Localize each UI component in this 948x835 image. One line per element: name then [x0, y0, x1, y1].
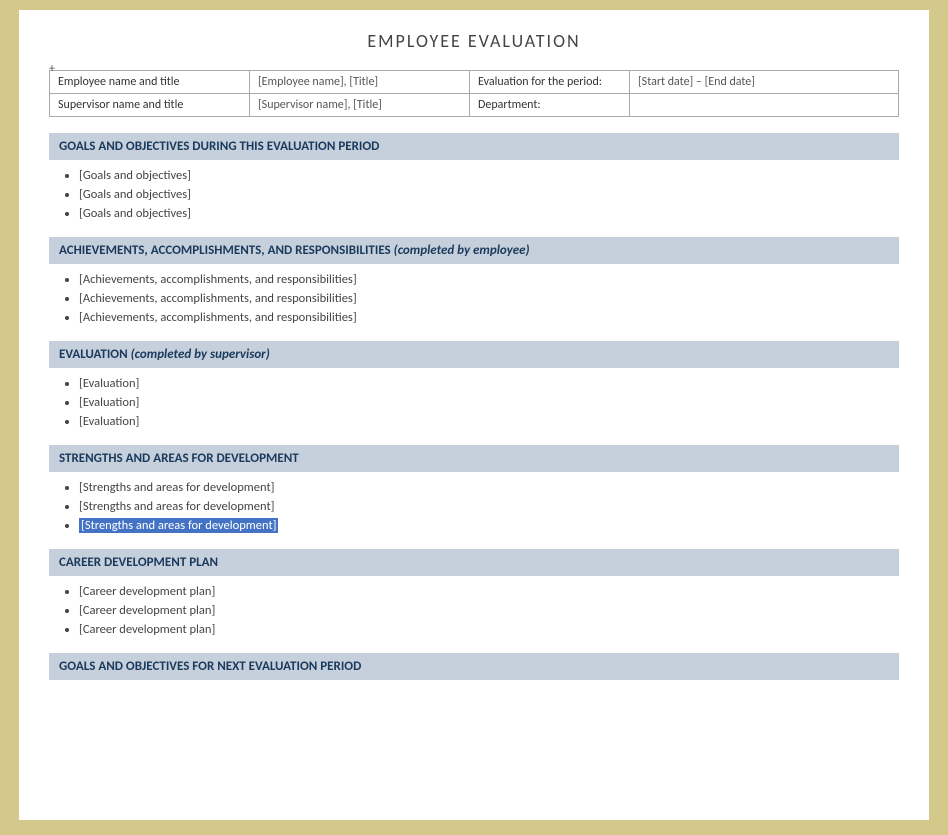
info-label: Supervisor name and title	[50, 94, 250, 117]
section-header-career: CAREER DEVELOPMENT PLAN	[49, 549, 899, 576]
sections-container: GOALS AND OBJECTIVES DURING THIS EVALUAT…	[49, 133, 899, 680]
list-item[interactable]: [Career development plan]	[79, 622, 899, 637]
section-header-text: ACHIEVEMENTS, ACCOMPLISHMENTS, AND RESPO…	[59, 243, 391, 258]
plus-icon[interactable]: +	[49, 62, 55, 76]
list-item[interactable]: [Evaluation]	[79, 376, 899, 391]
section-achievements: ACHIEVEMENTS, ACCOMPLISHMENTS, AND RESPO…	[49, 237, 899, 325]
info-label2: Evaluation for the period:	[470, 71, 630, 94]
section-header-italic: (completed by employee)	[394, 243, 530, 258]
info-table: Employee name and title[Employee name], …	[49, 70, 899, 117]
list-item[interactable]: [Achievements, accomplishments, and resp…	[79, 291, 899, 306]
section-header-text: EVALUATION	[59, 347, 128, 362]
list-item[interactable]: [Strengths and areas for development]	[79, 480, 899, 495]
list-item[interactable]: [Goals and objectives]	[79, 187, 899, 202]
list-item[interactable]: [Career development plan]	[79, 603, 899, 618]
list-item[interactable]: [Strengths and areas for development]	[79, 499, 899, 514]
list-item[interactable]: [Evaluation]	[79, 414, 899, 429]
section-career: CAREER DEVELOPMENT PLAN [Career developme…	[49, 549, 899, 637]
section-header-text: GOALS AND OBJECTIVES FOR NEXT EVALUATION…	[59, 659, 361, 674]
section-list-career: [Career development plan] [Career develop…	[49, 584, 899, 637]
section-header-text: GOALS AND OBJECTIVES DURING THIS EVALUAT…	[59, 139, 379, 154]
info-value2[interactable]: [Start date] – [End date]	[630, 71, 899, 94]
list-item[interactable]: [Career development plan]	[79, 584, 899, 599]
page: EMPLOYEE EVALUATION + Employee name and …	[19, 10, 929, 820]
list-item[interactable]: [Goals and objectives]	[79, 168, 899, 183]
section-header-text: CAREER DEVELOPMENT PLAN	[59, 555, 218, 570]
list-item[interactable]: [Achievements, accomplishments, and resp…	[79, 272, 899, 287]
section-header-achievements: ACHIEVEMENTS, ACCOMPLISHMENTS, AND RESPO…	[49, 237, 899, 264]
list-item[interactable]: [Evaluation]	[79, 395, 899, 410]
section-goals-next: GOALS AND OBJECTIVES FOR NEXT EVALUATION…	[49, 653, 899, 680]
info-label: Employee name and title	[50, 71, 250, 94]
section-list-goals: [Goals and objectives] [Goals and objecti…	[49, 168, 899, 221]
section-evaluation: EVALUATION (completed by supervisor) [Eva…	[49, 341, 899, 429]
section-list-achievements: [Achievements, accomplishments, and resp…	[49, 272, 899, 325]
info-table-row: Employee name and title[Employee name], …	[50, 71, 899, 94]
list-item[interactable]: [Achievements, accomplishments, and resp…	[79, 310, 899, 325]
section-header-italic: (completed by supervisor)	[131, 347, 270, 362]
section-header-goals-next: GOALS AND OBJECTIVES FOR NEXT EVALUATION…	[49, 653, 899, 680]
info-value[interactable]: [Supervisor name], [Title]	[250, 94, 470, 117]
section-header-strengths: STRENGTHS AND AREAS FOR DEVELOPMENT	[49, 445, 899, 472]
info-table-row: Supervisor name and title[Supervisor nam…	[50, 94, 899, 117]
section-header-text: STRENGTHS AND AREAS FOR DEVELOPMENT	[59, 451, 299, 466]
highlighted-text: [Strengths and areas for development]	[79, 518, 278, 533]
info-value[interactable]: [Employee name], [Title]	[250, 71, 470, 94]
section-goals: GOALS AND OBJECTIVES DURING THIS EVALUAT…	[49, 133, 899, 221]
info-value2[interactable]	[630, 94, 899, 117]
section-list-evaluation: [Evaluation] [Evaluation] [Evaluation]	[49, 376, 899, 429]
section-header-evaluation: EVALUATION (completed by supervisor)	[49, 341, 899, 368]
section-list-strengths: [Strengths and areas for development] [St…	[49, 480, 899, 533]
section-header-goals: GOALS AND OBJECTIVES DURING THIS EVALUAT…	[49, 133, 899, 160]
info-label2: Department:	[470, 94, 630, 117]
page-title: EMPLOYEE EVALUATION	[49, 30, 899, 52]
section-strengths: STRENGTHS AND AREAS FOR DEVELOPMENT [Stre…	[49, 445, 899, 533]
list-item[interactable]: [Strengths and areas for development]	[79, 518, 899, 533]
list-item[interactable]: [Goals and objectives]	[79, 206, 899, 221]
